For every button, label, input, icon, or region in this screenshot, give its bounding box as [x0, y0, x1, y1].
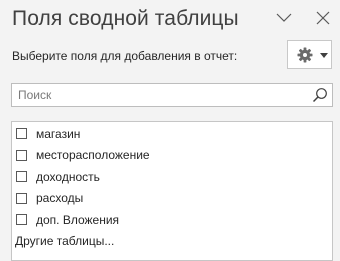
field-item-dop-vlozheniya[interactable]: доп. Вложения	[16, 211, 119, 228]
field-label: доходность	[36, 169, 100, 184]
magnifier-icon[interactable]	[312, 87, 328, 103]
pane-title: Поля сводной таблицы	[12, 7, 239, 30]
field-item-dohodnost[interactable]: доходность	[16, 168, 100, 185]
search-box[interactable]	[11, 83, 333, 107]
field-checkbox[interactable]	[16, 171, 27, 182]
field-item-mestoraspolozhenie[interactable]: месторасположение	[16, 147, 150, 164]
field-item-magazin[interactable]: магазин	[16, 125, 80, 142]
chevron-down-icon	[276, 13, 292, 22]
field-label: доп. Вложения	[36, 212, 120, 227]
field-list-tools-button[interactable]	[287, 40, 332, 69]
choose-fields-label: Выберите поля для добавления в отчет:	[12, 49, 238, 63]
field-checkbox[interactable]	[16, 149, 27, 161]
field-list: магазин месторасположение доходность рас…	[11, 121, 333, 261]
field-item-rashody[interactable]: расходы	[16, 190, 83, 207]
close-icon	[316, 11, 330, 25]
close-button[interactable]	[313, 8, 333, 28]
search-input[interactable]	[12, 84, 304, 106]
gear-icon	[297, 47, 313, 63]
caret-down-icon	[320, 53, 328, 58]
field-checkbox[interactable]	[16, 192, 27, 204]
field-checkbox[interactable]	[16, 128, 27, 139]
more-tables-link[interactable]: Другие таблицы...	[15, 234, 114, 248]
field-label: расходы	[36, 191, 84, 205]
task-pane-options-button[interactable]	[274, 8, 294, 28]
field-label: месторасположение	[36, 148, 150, 162]
field-checkbox[interactable]	[16, 214, 27, 225]
field-label: магазин	[36, 126, 81, 141]
